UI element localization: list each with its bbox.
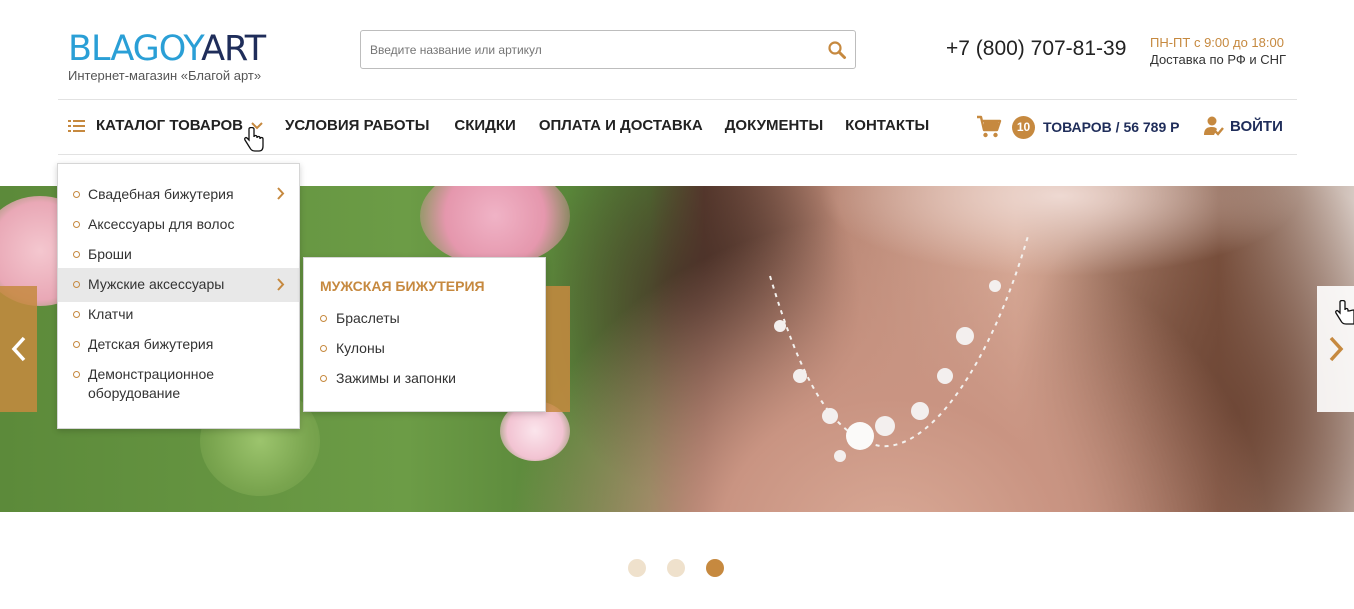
flower-shape	[420, 186, 570, 266]
bullet-icon	[73, 281, 80, 288]
logo-subtitle: Интернет-магазин «Благой арт»	[68, 68, 262, 83]
chevron-right-icon	[277, 187, 285, 200]
bullet-icon	[73, 251, 80, 258]
catalog-item-label: Детская бижутерия	[88, 336, 214, 352]
catalog-item-kids[interactable]: Детская бижутерия	[58, 335, 299, 354]
catalog-item-label: Демонстрационное оборудование	[88, 366, 215, 401]
phone-number[interactable]: +7 (800) 707-81-39	[946, 37, 1126, 61]
search-box	[360, 30, 856, 69]
bullet-icon	[320, 375, 327, 382]
nav-item-terms[interactable]: УСЛОВИЯ РАБОТЫ	[285, 117, 429, 134]
catalog-item-wedding[interactable]: Свадебная бижутерия	[58, 185, 299, 204]
necklace-shape	[769, 235, 1029, 462]
slider-prev-button[interactable]	[0, 286, 37, 412]
list-icon	[68, 119, 85, 132]
catalog-item-brooches[interactable]: Броши	[58, 245, 299, 264]
hand-cursor-icon	[244, 127, 264, 152]
nav-item-discounts[interactable]: СКИДКИ	[454, 117, 515, 134]
catalog-item-label: Броши	[88, 246, 132, 262]
slider-dot-3[interactable]	[706, 559, 724, 577]
submenu-item-label: Кулоны	[336, 340, 385, 356]
catalog-item-label: Аксессуары для волос	[88, 216, 235, 232]
catalog-item-mens[interactable]: Мужские аксессуары	[58, 268, 299, 302]
catalog-item-equipment[interactable]: Демонстрационное оборудование	[58, 365, 299, 403]
slider-dot-2[interactable]	[667, 559, 685, 577]
cart[interactable]: 10 ТОВАРОВ / 56 789 Р	[976, 115, 1180, 139]
user-icon	[1204, 116, 1224, 136]
catalog-item-label: Мужские аксессуары	[88, 276, 225, 292]
nav-catalog[interactable]: КАТАЛОГ ТОВАРОВ	[68, 117, 263, 134]
nav-item-contacts[interactable]: КОНТАКТЫ	[845, 117, 929, 134]
catalog-item-label: Свадебная бижутерия	[88, 186, 234, 202]
slider-dot-1[interactable]	[628, 559, 646, 577]
bullet-icon	[73, 311, 80, 318]
bullet-icon	[320, 315, 327, 322]
submenu-item-pendants[interactable]: Кулоны	[320, 340, 385, 356]
catalog-item-label: Клатчи	[88, 306, 134, 322]
search-icon[interactable]	[827, 40, 847, 60]
catalog-item-hair[interactable]: Аксессуары для волос	[58, 215, 299, 234]
logo-wordmark: BLAGOYART	[68, 29, 266, 69]
chevron-right-icon	[1329, 336, 1343, 362]
submenu-item-bracelets[interactable]: Браслеты	[320, 310, 400, 326]
submenu-item-label: Браслеты	[336, 310, 400, 326]
bullet-icon	[73, 191, 80, 198]
catalog-item-clutches[interactable]: Клатчи	[58, 305, 299, 324]
bullet-icon	[73, 341, 80, 348]
submenu-item-clips[interactable]: Зажимы и запонки	[320, 370, 456, 386]
bullet-icon	[320, 345, 327, 352]
nav-item-payment-delivery[interactable]: ОПЛАТА И ДОСТАВКА	[539, 117, 703, 134]
nav-item-documents[interactable]: ДОКУМЕНТЫ	[725, 117, 823, 134]
nav-divider	[58, 154, 1297, 155]
login-label: ВОЙТИ	[1230, 117, 1283, 135]
working-hours: ПН-ПТ с 9:00 до 18:00	[1150, 35, 1284, 50]
nav-catalog-label: КАТАЛОГ ТОВАРОВ	[96, 117, 244, 134]
catalog-dropdown: Свадебная бижутерия Аксессуары для волос…	[57, 163, 300, 429]
login-button[interactable]: ВОЙТИ	[1203, 115, 1283, 137]
chevron-right-icon	[277, 278, 285, 291]
header-divider	[58, 99, 1297, 100]
catalog-submenu: МУЖСКАЯ БИЖУТЕРИЯ Браслеты Кулоны Зажимы…	[303, 257, 546, 412]
submenu-title[interactable]: МУЖСКАЯ БИЖУТЕРИЯ	[320, 278, 485, 294]
main-nav: КАТАЛОГ ТОВАРОВ УСЛОВИЯ РАБОТЫ СКИДКИ ОП…	[68, 117, 929, 134]
page: BLAGOYART Интернет-магазин «Благой арт» …	[0, 0, 1354, 609]
delivery-info: Доставка по РФ и СНГ	[1150, 52, 1287, 67]
cart-count-badge: 10	[1012, 115, 1035, 139]
hand-cursor-icon	[1335, 300, 1354, 325]
cart-icon	[977, 115, 1002, 138]
cart-summary: ТОВАРОВ / 56 789 Р	[1043, 119, 1180, 135]
bullet-icon	[73, 371, 80, 378]
search-input[interactable]	[361, 31, 801, 68]
logo[interactable]: BLAGOYART Интернет-магазин «Благой арт»	[68, 29, 266, 83]
slider-pagination	[628, 559, 724, 577]
submenu-item-label: Зажимы и запонки	[336, 370, 456, 386]
submenu-accent	[546, 286, 570, 412]
chevron-left-icon	[11, 336, 25, 362]
bullet-icon	[73, 221, 80, 228]
